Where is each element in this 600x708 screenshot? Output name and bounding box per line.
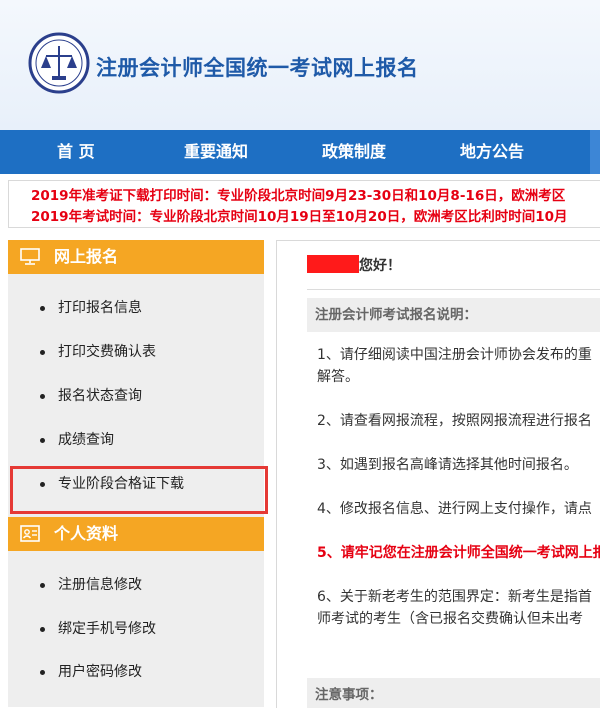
id-card-icon (20, 525, 40, 542)
menu-print-payment-confirmation[interactable]: 打印交费确认表 (8, 334, 264, 370)
instruction-1-cont: 解答。 (317, 369, 359, 385)
menu-score-query[interactable]: 成绩查询 (8, 422, 264, 458)
registration-instructions-heading: 注册会计师考试报名说明： (307, 298, 600, 332)
divider (307, 289, 600, 290)
highlight-annotation (10, 466, 268, 514)
bullet (40, 350, 45, 355)
nav-local-announcements[interactable]: 地方公告 (460, 130, 524, 174)
bullet (40, 394, 45, 399)
instruction-3: 3、如遇到报名高峰请选择其他时间报名。 (317, 457, 578, 473)
menu-label: 注册信息修改 (58, 577, 142, 593)
menu-edit-password[interactable]: 用户密码修改 (8, 654, 264, 690)
nav-important-notices[interactable]: 重要通知 (184, 130, 248, 174)
instruction-6: 6、关于新老考生的范围界定：新考生是指首 (317, 589, 592, 605)
greeting: 您好！ (307, 255, 401, 275)
section-personal-info: 个人资料 (8, 517, 264, 551)
menu-label: 成绩查询 (58, 432, 114, 448)
menu-label: 打印交费确认表 (58, 344, 156, 360)
menu-edit-phone[interactable]: 绑定手机号修改 (8, 611, 264, 647)
greeting-text: 您好！ (359, 258, 401, 274)
monitor-icon (20, 248, 40, 265)
main-content: 您好！ 注册会计师考试报名说明： 1、请仔细阅读中国注册会计师协会发布的重 解答… (276, 240, 600, 708)
notice-line-exam-time[interactable]: 2019年考试时间：专业阶段北京时间10月19日至10月20日，欧洲考区比利时时… (31, 205, 568, 225)
menu-edit-registration-info[interactable]: 注册信息修改 (8, 567, 264, 603)
notice-banner: 2019年准考证下载打印时间：专业阶段北京时间9月23-30日和10月8-16日… (8, 180, 600, 228)
menu-label: 用户密码修改 (58, 664, 142, 680)
nav-overflow-item[interactable] (590, 130, 600, 174)
menu-label: 打印报名信息 (58, 300, 142, 316)
cicpa-logo-icon (28, 32, 90, 94)
section-title: 网上报名 (54, 247, 119, 266)
instruction-1: 1、请仔细阅读中国注册会计师协会发布的重 (317, 347, 592, 363)
nav-home[interactable]: 首 页 (57, 130, 95, 174)
menu-label: 绑定手机号修改 (58, 621, 156, 637)
site-title: 注册会计师全国统一考试网上报名 (96, 56, 419, 80)
section-online-registration: 网上报名 (8, 240, 264, 274)
bullet (40, 438, 45, 443)
bullet (40, 583, 45, 588)
instruction-5: 5、请牢记您在注册会计师全国统一考试网上报 (317, 545, 600, 561)
menu-print-registration[interactable]: 打印报名信息 (8, 290, 264, 326)
site-header: 注册会计师全国统一考试网上报名 (0, 0, 600, 130)
nav-policies[interactable]: 政策制度 (322, 130, 386, 174)
menu-label: 报名状态查询 (58, 388, 142, 404)
main-nav: 首 页 重要通知 政策制度 地方公告 (0, 130, 600, 174)
menu-registration-status[interactable]: 报名状态查询 (8, 378, 264, 414)
bullet (40, 627, 45, 632)
instruction-2: 2、请查看网报流程，按照网报流程进行报名 (317, 413, 592, 429)
notice-line-admission[interactable]: 2019年准考证下载打印时间：专业阶段北京时间9月23-30日和10月8-16日… (31, 184, 565, 204)
notes-heading: 注意事项： (307, 678, 600, 708)
section-title: 个人资料 (54, 524, 119, 543)
instruction-4: 4、修改报名信息、进行网上支付操作，请点 (317, 501, 592, 517)
instruction-6-cont: 师考试的考生（含已报名交费确认但未出考 (317, 611, 583, 627)
bullet (40, 670, 45, 675)
bullet (40, 306, 45, 311)
redacted-username (307, 255, 359, 273)
